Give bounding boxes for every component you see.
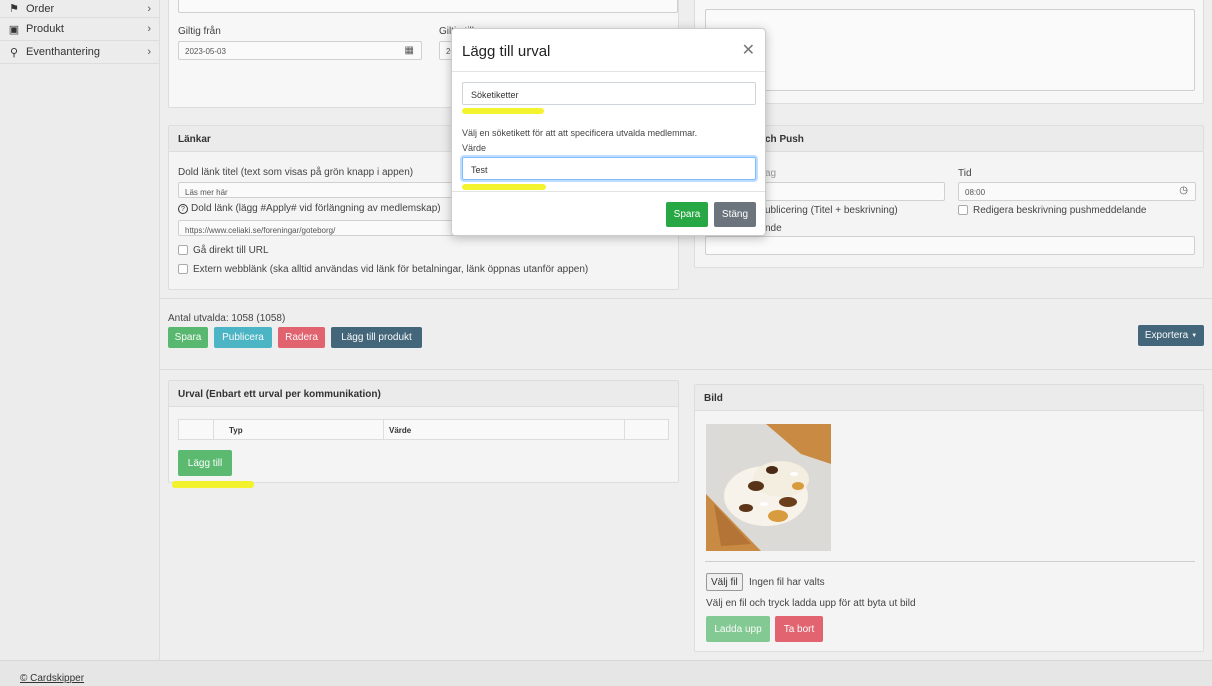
modal-close-button[interactable]: Stäng [714,202,756,227]
top-right-card [694,0,1204,104]
push-publish-option[interactable]: ublicering (Titel + beskrivning) [765,205,898,216]
publish-button[interactable]: Publicera [214,327,272,348]
choose-file-button[interactable]: Välj fil [706,573,743,591]
highlight-mark [172,481,254,488]
value-input[interactable]: Test [462,157,756,180]
add-product-button[interactable]: Lägg till produkt [331,327,422,348]
selection-type-select[interactable]: Söketiketter [462,82,756,105]
help-icon[interactable]: ? [178,204,188,214]
highlight-mark [462,108,544,114]
hidden-link-title-input[interactable]: Läs mer här [178,182,468,198]
hidden-link-input[interactable]: https://www.celiaki.se/foreningar/gotebo… [178,220,468,236]
remove-button[interactable]: Ta bort [775,616,823,642]
image-card: Bild Välj fil Ingen fil har valts Välj e… [694,384,1204,652]
image-card-title: Bild [695,385,1203,411]
sidebar-item-produkt[interactable]: ▣ Produkt › [0,18,159,41]
description-input[interactable] [178,0,678,13]
push-extra-label: nde [765,223,782,234]
push-time-input[interactable]: 08:00 ◷ [958,182,1196,201]
clock-icon: ◷ [1179,185,1188,196]
basket-icon: ⚑ [9,3,19,15]
modal-help-text: Välj en söketikett för att att specifice… [462,128,698,138]
push-card-title: ch Push [695,126,1203,152]
modal-save-button[interactable]: Spara [666,202,708,227]
valid-from-label: Giltig från [178,26,221,37]
product-icon: ▣ [8,23,20,36]
col-type: Typ [229,426,243,435]
product-image [706,424,831,551]
image-hint: Välj en fil och tryck ladda upp för att … [706,598,916,609]
external-link-checkbox[interactable] [178,264,188,275]
delete-button[interactable]: Radera [278,327,325,348]
sidebar-item-label: Produkt [26,23,64,35]
push-message-input[interactable] [705,236,1195,255]
export-button[interactable]: Exportera ▼ [1138,325,1204,346]
trophy-icon: ⚲ [9,46,19,59]
sidebar-item-label: Eventhantering [26,46,100,58]
caret-down-icon: ▼ [1191,332,1198,339]
direct-url-checkbox[interactable] [178,245,188,256]
value-label: Värde [462,143,487,153]
chevron-right-icon: › [147,23,151,35]
divider [160,369,1212,370]
sidebar-item-eventhantering[interactable]: ⚲ Eventhantering › [0,41,159,64]
push-text-area[interactable] [705,9,1195,91]
sidebar-item-order[interactable]: ⚑ Order › [0,0,159,18]
sidebar-item-label: Order [26,2,55,15]
col-value: Värde [389,426,412,435]
push-date-label: ag [765,168,777,179]
valid-from-input[interactable]: 2023-05-03 ▦ [178,41,422,60]
selection-table-header: Typ Värde [178,419,669,440]
chevron-right-icon: › [147,2,151,15]
close-icon[interactable]: ✕ [742,40,755,60]
selected-count: Antal utvalda: 1058 (1058) [168,313,286,324]
calendar-icon: ▦ [404,45,414,56]
highlight-mark [462,184,546,190]
push-date-input[interactable] [765,182,945,201]
footer: © Cardskipper [0,660,1212,686]
divider [160,298,1212,299]
upload-button[interactable]: Ladda upp [706,616,770,642]
chevron-right-icon: › [147,46,151,58]
selection-card-title: Urval (Enbart ett urval per kommunikatio… [169,381,678,407]
copyright-link[interactable]: © Cardskipper [20,673,84,684]
add-selection-modal: Lägg till urval ✕ Söketiketter Välj en s… [451,28,766,236]
push-time-label: Tid [958,168,972,179]
sidebar: ⚑ Order › ▣ Produkt › ⚲ Eventhantering › [0,0,160,660]
external-link-option[interactable]: Extern webblänk (ska alltid användas vid… [178,264,588,275]
push-card: ch Push ag Tid 08:00 ◷ ublicering (Titel… [694,125,1204,268]
add-selection-button[interactable]: Lägg till [178,450,232,476]
modal-title: Lägg till urval [462,43,551,60]
selection-card: Urval (Enbart ett urval per kommunikatio… [168,380,679,483]
edit-push-checkbox[interactable] [958,205,968,216]
direct-url-option[interactable]: Gå direkt till URL [178,245,269,256]
save-button[interactable]: Spara [168,327,208,348]
edit-push-option[interactable]: Redigera beskrivning pushmeddelande [958,205,1146,216]
hidden-link-title-label: Dold länk titel (text som visas på grön … [178,167,414,178]
hidden-link-label: ? Dold länk (lägg #Apply# vid förlängning… [178,203,441,214]
no-file-text: Ingen fil har valts [749,577,825,588]
